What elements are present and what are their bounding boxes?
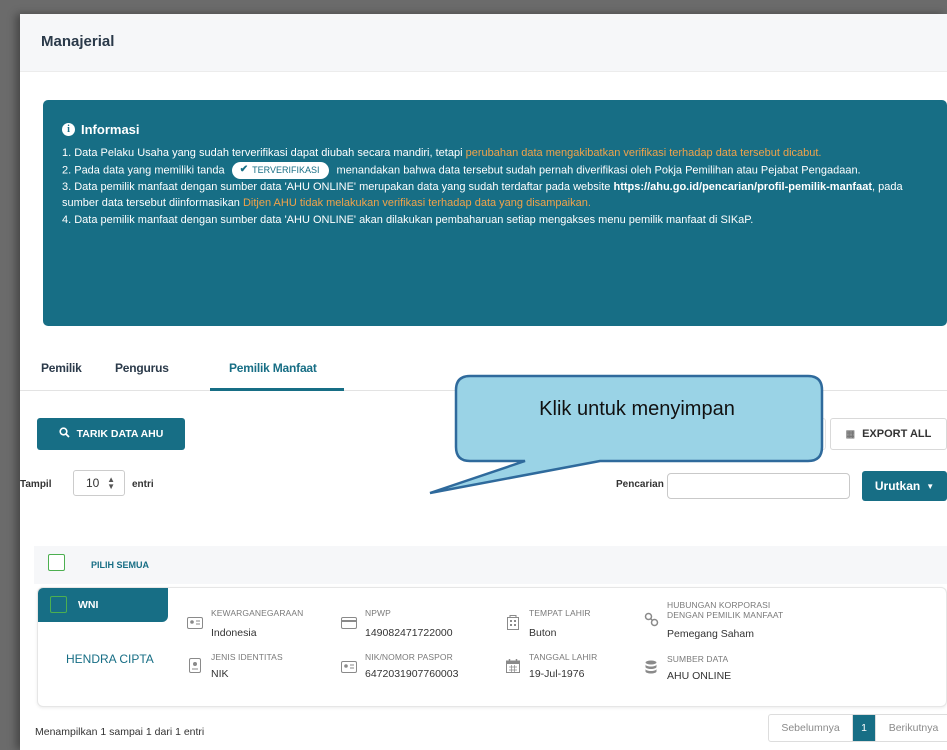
page-header: Manajerial	[20, 14, 947, 72]
entries-label: entri	[132, 479, 154, 490]
tab-pengurus[interactable]: Pengurus	[115, 361, 169, 375]
npwp-label: NPWP	[365, 608, 391, 618]
pagination-summary: Menampilkan 1 sampai 1 dari 1 entri	[35, 726, 205, 738]
info-alert: i Informasi 1. Data Pelaku Usaha yang su…	[43, 100, 947, 326]
record-checkbox[interactable]	[50, 596, 67, 613]
hubungan-label-line1: HUBUNGAN KORPORASI	[667, 600, 771, 610]
calendar-icon	[504, 657, 522, 675]
tanggal-lahir-label: TANGGAL LAHIR	[529, 652, 598, 662]
tarik-data-ahu-label: TARIK DATA AHU	[76, 428, 164, 440]
select-all-row: PILIH SEMUA	[34, 546, 947, 584]
export-all-label: EXPORT ALL	[862, 428, 932, 440]
kewarganegaraan-value: Indonesia	[211, 627, 257, 639]
info-item-2-text-b: menandakan bahwa data tersebut sudah per…	[336, 164, 861, 176]
search-label: Pencarian	[616, 479, 664, 490]
tab-pemilik-manfaat[interactable]: Pemilik Manfaat	[229, 361, 317, 375]
verified-badge: ✔ TERVERIFIKASI	[231, 161, 330, 179]
hubungan-value: Pemegang Saham	[667, 628, 754, 640]
page-size-value: 10	[86, 476, 100, 490]
id-card-icon	[186, 614, 204, 632]
nik-value: 6472031907760003	[365, 668, 459, 680]
export-all-button[interactable]: ▦ EXPORT ALL	[830, 418, 947, 450]
sumber-data-value: AHU ONLINE	[667, 670, 732, 682]
credit-card-icon	[340, 614, 358, 632]
info-item-3: 3. Data pemilik manfaat dengan sumber da…	[62, 179, 932, 212]
citizenship-tag: WNI	[38, 588, 168, 622]
id-card-icon	[340, 658, 358, 676]
npwp-value: 149082471722000	[365, 627, 453, 639]
info-item-4: 4. Data pemilik manfaat dengan sumber da…	[62, 213, 754, 226]
select-all-checkbox[interactable]	[48, 554, 65, 571]
citizenship-tag-label: WNI	[78, 599, 99, 611]
page-size-select[interactable]: 10 ▲ ▼	[73, 470, 125, 496]
ahu-link[interactable]: https://ahu.go.id/pencarian/profil-pemil…	[613, 181, 872, 193]
kewarganegaraan-label: KEWARGANEGARAAN	[211, 608, 304, 618]
info-item-1-warning: perubahan data mengakibatkan verifikasi …	[465, 147, 822, 159]
next-page-button[interactable]: Berikutnya	[875, 715, 947, 741]
pagination: Sebelumnya 1 Berikutnya	[768, 714, 947, 742]
info-heading-text: Informasi	[81, 122, 140, 137]
link-icon	[642, 610, 660, 628]
jenis-identitas-value: NIK	[211, 668, 229, 680]
info-item-1-text: 1. Data Pelaku Usaha yang sudah terverif…	[62, 147, 466, 159]
verified-badge-label: TERVERIFIKASI	[252, 164, 320, 175]
tempat-lahir-value: Buton	[529, 627, 557, 639]
info-icon: i	[62, 123, 75, 136]
info-list: 1. Data Pelaku Usaha yang sudah terverif…	[62, 145, 932, 228]
info-item-2: 2. Pada data yang memiliki tanda ✔ TERVER…	[62, 161, 932, 179]
search-input[interactable]	[667, 473, 850, 499]
info-item-3-text: 3. Data pemilik manfaat dengan sumber da…	[62, 180, 614, 193]
info-item-1: 1. Data Pelaku Usaha yang sudah terverif…	[62, 145, 932, 162]
building-icon	[504, 613, 522, 631]
nik-label: NIK/NOMOR PASPOR	[365, 652, 453, 662]
sumber-data-label: SUMBER DATA	[667, 654, 729, 664]
search-icon	[59, 427, 70, 441]
check-icon: ✔	[239, 163, 249, 175]
info-item-3-warning: Ditjen AHU tidak melakukan verifikasi te…	[242, 197, 591, 210]
caret-down-icon: ▼	[926, 481, 935, 491]
info-heading: i Informasi	[62, 122, 140, 137]
active-tab-indicator	[210, 388, 344, 391]
sort-dropdown-button[interactable]: Urutkan ▼	[862, 471, 947, 501]
tarik-data-ahu-button[interactable]: TARIK DATA AHU	[37, 418, 185, 450]
tab-pemilik[interactable]: Pemilik	[41, 361, 82, 375]
record-card: WNI HENDRA CIPTA KEWARGANEGARAAN Indones…	[37, 587, 947, 707]
database-icon	[642, 658, 660, 676]
table-icon: ▦	[845, 428, 856, 440]
info-item-2-text: 2. Pada data yang memiliki tanda	[62, 164, 225, 176]
person-name[interactable]: HENDRA CIPTA	[66, 652, 154, 666]
id-badge-icon	[186, 656, 204, 674]
page-size-label: Tampil	[20, 479, 52, 490]
jenis-identitas-label: JENIS IDENTITAS	[211, 652, 283, 662]
page-1-button[interactable]: 1	[853, 715, 875, 741]
sort-label: Urutkan	[874, 479, 921, 493]
tanggal-lahir-value: 19-Jul-1976	[529, 668, 585, 680]
page-title: Manajerial	[41, 33, 115, 50]
callout-text: Klik untuk menyimpan	[539, 398, 735, 420]
updown-icon: ▲ ▼	[107, 475, 115, 491]
select-all-label[interactable]: PILIH SEMUA	[91, 560, 149, 570]
tempat-lahir-label: TEMPAT LAHIR	[529, 608, 591, 618]
previous-page-button[interactable]: Sebelumnya	[769, 715, 853, 741]
hubungan-label-line2: DENGAN PEMILIK MANFAAT	[667, 610, 784, 620]
